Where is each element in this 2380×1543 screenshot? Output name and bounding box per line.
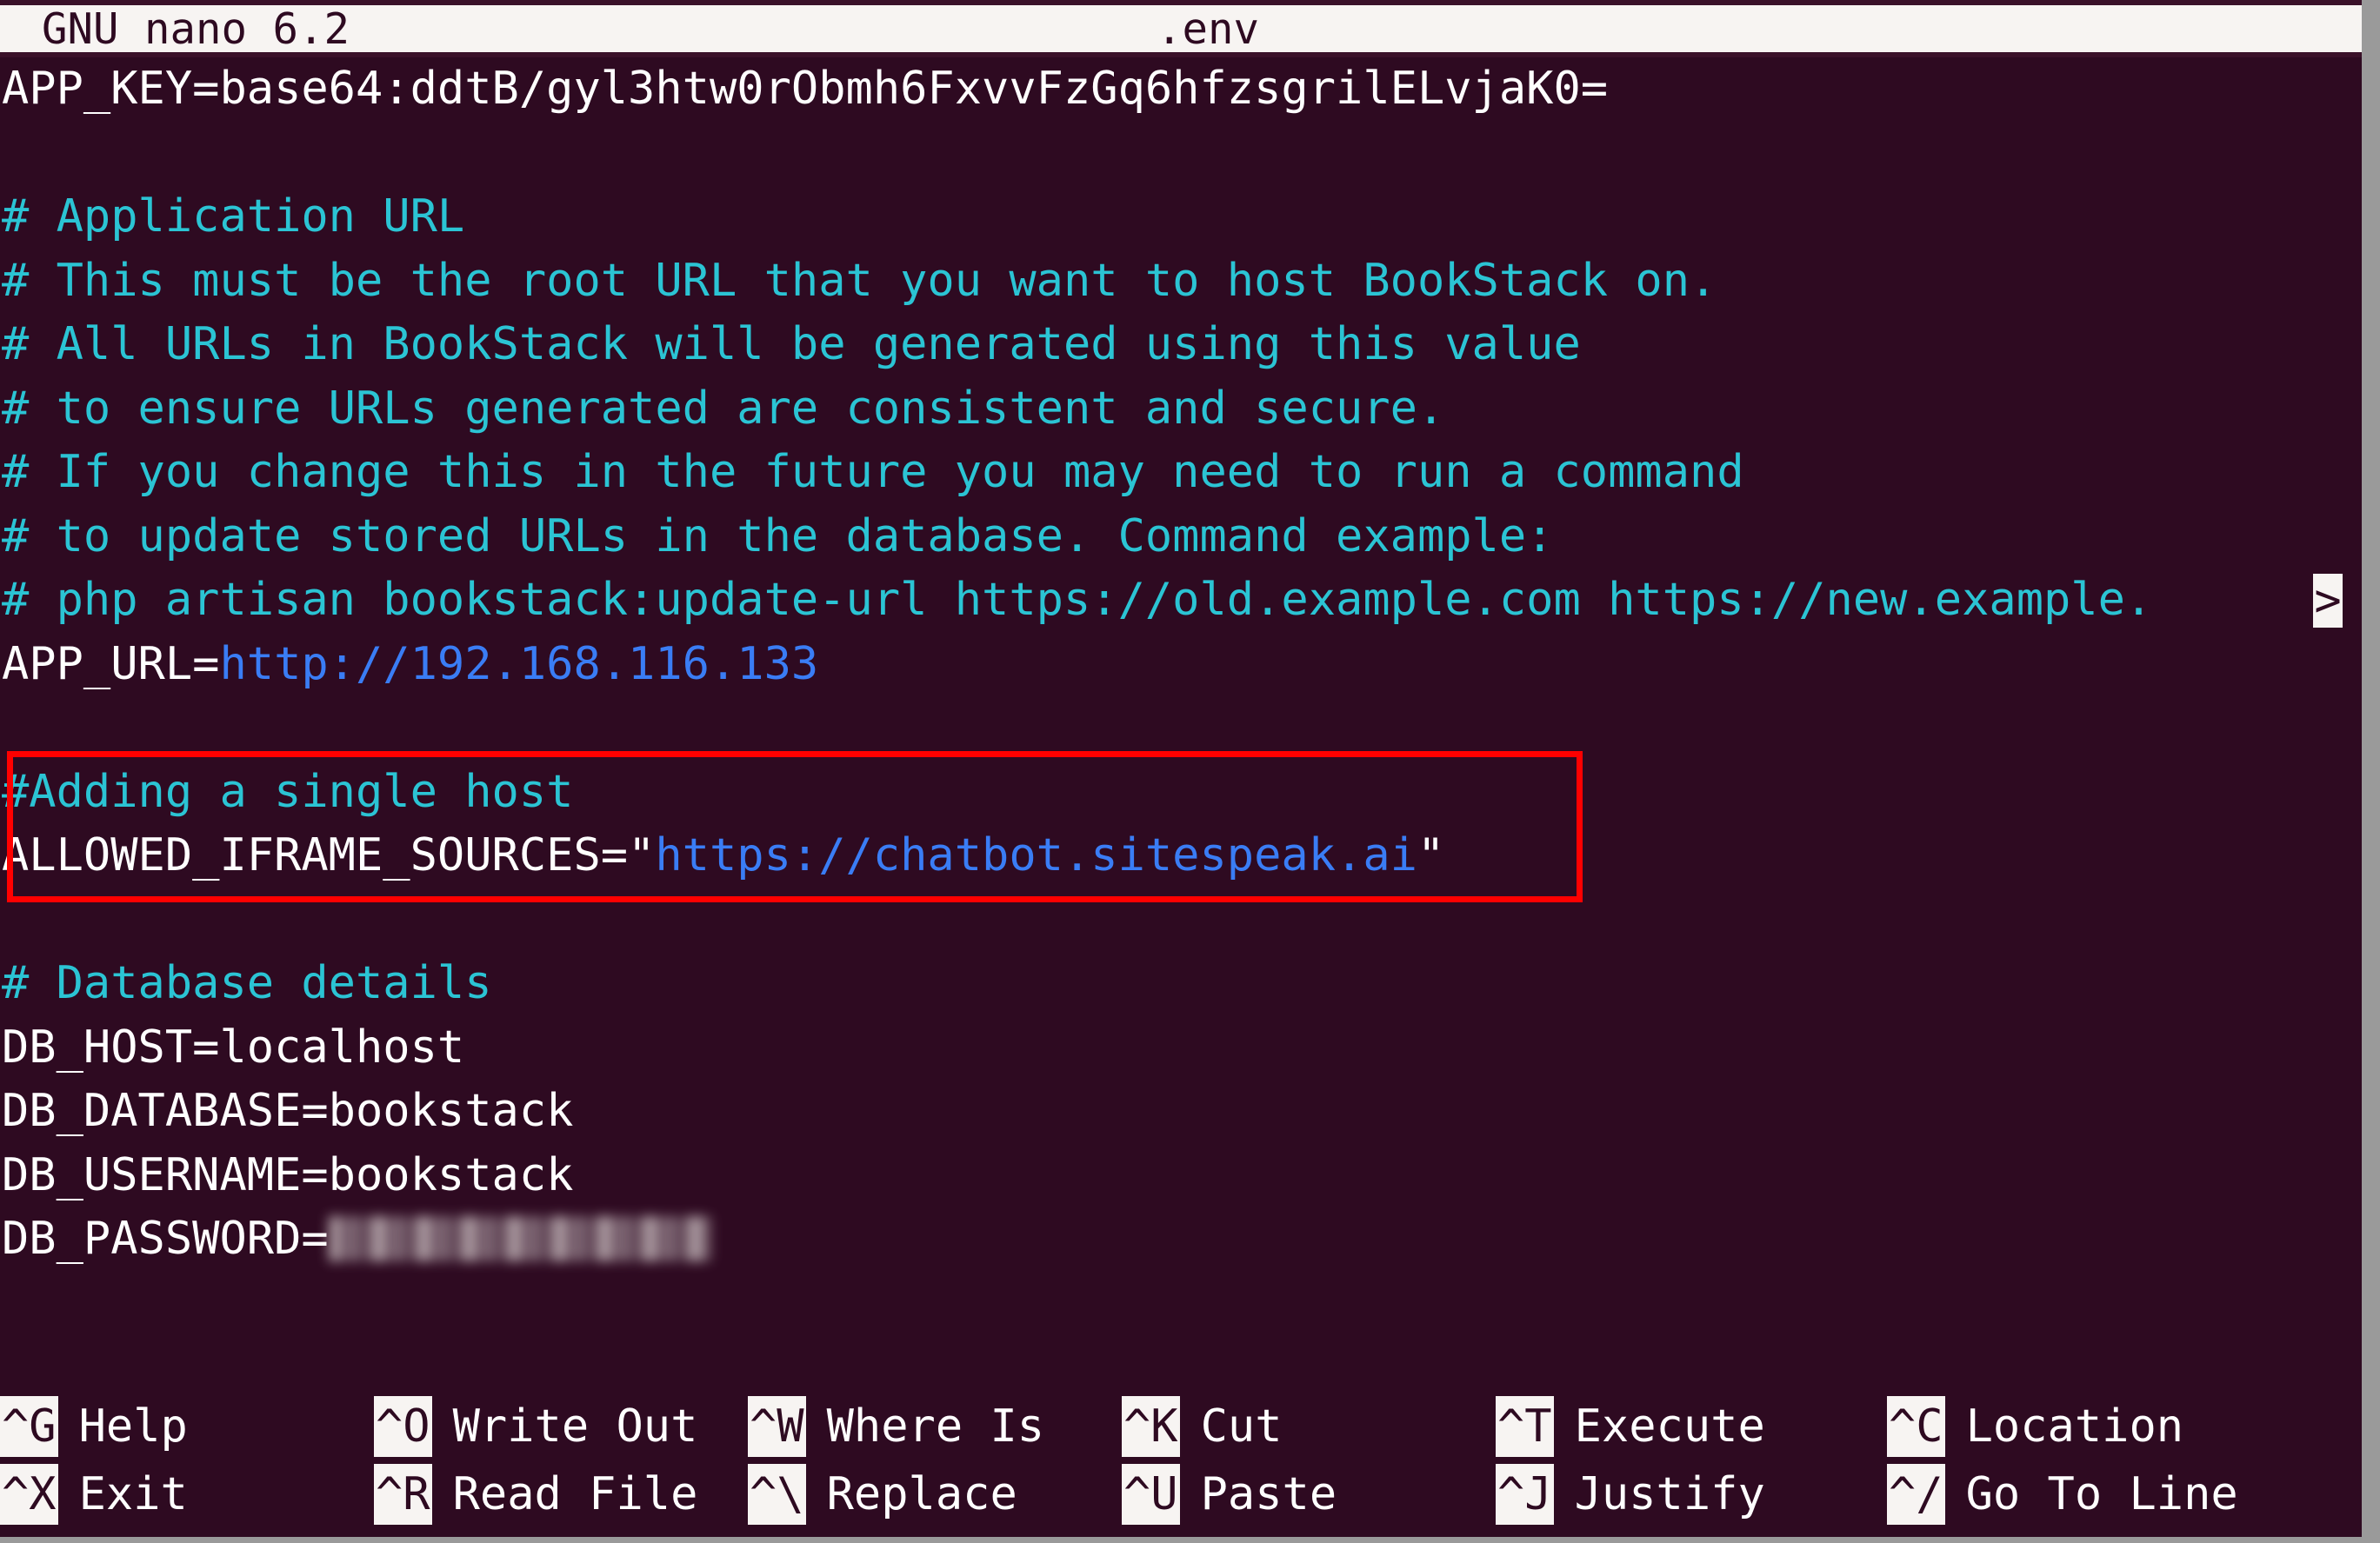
editor-line-allowed-iframe[interactable]: ALLOWED_IFRAME_SOURCES="https://chatbot.… — [0, 824, 2362, 888]
nano-shortcut-bar: ^G Help ^O Write Out ^W Where Is ^K Cut ^T Execut… — [0, 1384, 2362, 1537]
shortcut-key-glyph: ^W — [748, 1396, 806, 1457]
editor-line-blank-1[interactable] — [0, 122, 2362, 186]
shortcut-key-glyph: ^O — [374, 1396, 432, 1457]
editor-line-comment-all-urls[interactable]: # All URLs in BookStack will be generate… — [0, 313, 2362, 377]
filename-label: .env — [1157, 3, 1260, 54]
line-segment-comment-root-url-0: # This must be the root URL that you wan… — [2, 254, 1717, 307]
editor-line-comment-ensure[interactable]: # to ensure URLs generated are consisten… — [0, 377, 2362, 442]
line-segment-comment-all-urls-0: # All URLs in BookStack will be generate… — [2, 318, 1581, 370]
line-segment-blank-1-0 — [2, 127, 29, 179]
editor-line-comment-root-url[interactable]: # This must be the root URL that you wan… — [0, 249, 2362, 314]
shortcut-key-glyph: ^K — [1122, 1396, 1180, 1457]
shortcut-cut[interactable]: ^K Cut — [1122, 1393, 1283, 1460]
line-segment-allowed-iframe-0: ALLOWED_IFRAME_SOURCES=" — [2, 829, 656, 881]
shortcut-label: Paste — [1200, 1468, 1337, 1520]
nano-title-bar: GNU nano 6.2 .env — [0, 0, 2362, 57]
shortcut-label: Where Is — [826, 1400, 1045, 1453]
shortcut-key-glyph: ^U — [1122, 1464, 1180, 1525]
line-segment-allowed-iframe-2: " — [1417, 829, 1445, 881]
shortcut-location[interactable]: ^C Location — [1887, 1393, 2183, 1460]
editor-line-db-username[interactable]: DB_USERNAME=bookstack — [0, 1144, 2362, 1208]
shortcut-key-glyph: ^C — [1887, 1396, 1945, 1457]
line-segment-app-key-0: APP_KEY=base64:ddtB/gyl3htw0rObmh6FxvvFz… — [2, 63, 1609, 115]
shortcut-exit[interactable]: ^X Exit — [0, 1460, 188, 1528]
editor-line-comment-app-url[interactable]: # Application URL — [0, 185, 2362, 249]
shortcut-write-out[interactable]: ^O Write Out — [374, 1393, 697, 1460]
line-segment-blank-3-0 — [2, 894, 29, 946]
line-segment-db-host-0: DB_HOST=localhost — [2, 1021, 465, 1074]
editor-line-db-host[interactable]: DB_HOST=localhost — [0, 1016, 2362, 1081]
shortcut-row-2: ^X Exit ^R Read File ^\ Replace ^U Paste ^J Justi… — [0, 1460, 2362, 1528]
line-segment-comment-ensure-0: # to ensure URLs generated are consisten… — [2, 382, 1445, 435]
line-segment-allowed-iframe-1: https://chatbot.sitespeak.ai — [655, 829, 1417, 881]
shortcut-help[interactable]: ^G Help — [0, 1393, 188, 1460]
shortcut-label: Go To Line — [1965, 1468, 2238, 1520]
editor-line-blank-3[interactable] — [0, 888, 2362, 953]
line-segment-comment-artisan-0: # php artisan bookstack:update-url https… — [2, 574, 2153, 626]
shortcut-label: Cut — [1200, 1400, 1283, 1453]
line-segment-comment-if-change-0: # If you change this in the future you m… — [2, 446, 1744, 498]
line-segment-comment-db-details-0: # Database details — [2, 957, 492, 1009]
shortcut-execute[interactable]: ^T Execute — [1496, 1393, 1765, 1460]
shortcut-key-glyph: ^/ — [1887, 1464, 1945, 1525]
nano-version-label: GNU nano 6.2 — [42, 3, 350, 54]
line-segment-comment-to-update-0: # to update stored URLs in the database.… — [2, 509, 1554, 562]
shortcut-label: Location — [1965, 1400, 2184, 1453]
shortcut-go-to-line[interactable]: ^/ Go To Line — [1887, 1460, 2238, 1528]
editor-line-comment-if-change[interactable]: # If you change this in the future you m… — [0, 441, 2362, 505]
shortcut-key-glyph: ^T — [1496, 1396, 1554, 1457]
editor-line-db-password[interactable]: DB_PASSWORD= — [0, 1207, 2362, 1272]
shortcut-label: Write Out — [452, 1400, 698, 1453]
shortcut-row-1: ^G Help ^O Write Out ^W Where Is ^K Cut ^T Execut… — [0, 1393, 2362, 1460]
editor-line-app-key[interactable]: APP_KEY=base64:ddtB/gyl3htw0rObmh6FxvvFz… — [0, 57, 2362, 122]
editor-line-comment-adding-host[interactable]: #Adding a single host — [0, 761, 2362, 825]
line-segment-db-password-0: DB_PASSWORD= — [2, 1213, 329, 1265]
editor-line-db-database[interactable]: DB_DATABASE=bookstack — [0, 1080, 2362, 1144]
screenshot-root: GNU nano 6.2 .env APP_KEY=base64:ddtB/gy… — [0, 0, 2380, 1543]
editor-line-comment-db-details[interactable]: # Database details — [0, 952, 2362, 1016]
line-continuation-marker: > — [2313, 574, 2343, 628]
shortcut-justify[interactable]: ^J Justify — [1496, 1460, 1765, 1528]
shortcut-where-is[interactable]: ^W Where Is — [748, 1393, 1044, 1460]
line-segment-app-url-0: APP_URL= — [2, 637, 220, 690]
shortcut-label: Exit — [78, 1468, 188, 1520]
shortcut-label: Help — [78, 1400, 188, 1453]
shortcut-read-file[interactable]: ^R Read File — [374, 1460, 697, 1528]
shortcut-key-glyph: ^\ — [748, 1464, 806, 1525]
nano-terminal-window[interactable]: GNU nano 6.2 .env APP_KEY=base64:ddtB/gy… — [0, 0, 2362, 1537]
shortcut-key-glyph: ^R — [374, 1464, 432, 1525]
shortcut-label: Replace — [826, 1468, 1017, 1520]
line-segment-blank-2-0 — [2, 702, 29, 754]
line-segment-db-username-0: DB_USERNAME=bookstack — [2, 1148, 574, 1201]
line-segment-comment-app-url-0: # Application URL — [2, 190, 465, 243]
shortcut-label: Justify — [1574, 1468, 1765, 1520]
shortcut-label: Read File — [452, 1468, 698, 1520]
editor-text-area[interactable]: APP_KEY=base64:ddtB/gyl3htw0rObmh6FxvvFz… — [0, 57, 2362, 1379]
shortcut-key-glyph: ^X — [0, 1464, 58, 1525]
shortcut-key-glyph: ^J — [1496, 1464, 1554, 1525]
line-segment-app-url-1: http://192.168.116.133 — [219, 637, 819, 690]
line-segment-db-database-0: DB_DATABASE=bookstack — [2, 1085, 574, 1137]
editor-line-blank-2[interactable] — [0, 696, 2362, 761]
shortcut-paste[interactable]: ^U Paste — [1122, 1460, 1337, 1528]
editor-line-comment-artisan[interactable]: # php artisan bookstack:update-url https… — [0, 569, 2362, 633]
line-segment-comment-adding-host-0: #Adding a single host — [2, 765, 574, 818]
redacted-password-value — [328, 1216, 711, 1261]
shortcut-label: Execute — [1574, 1400, 1765, 1453]
editor-line-comment-to-update[interactable]: # to update stored URLs in the database.… — [0, 505, 2362, 569]
shortcut-key-glyph: ^G — [0, 1396, 58, 1457]
editor-line-app-url[interactable]: APP_URL=http://192.168.116.133 — [0, 633, 2362, 697]
shortcut-replace[interactable]: ^\ Replace — [748, 1460, 1017, 1528]
